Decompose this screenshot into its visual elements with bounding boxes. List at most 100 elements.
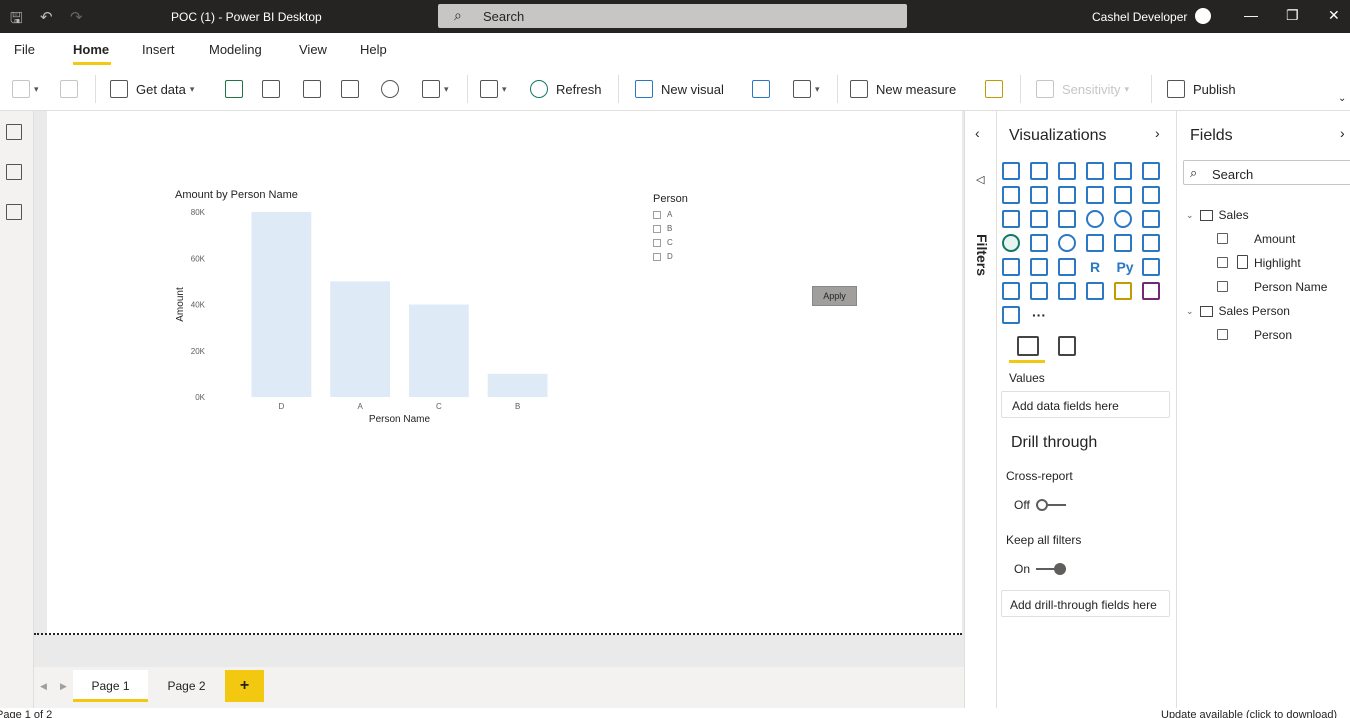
key-influencers-icon[interactable] [1142, 258, 1160, 276]
apply-button[interactable]: Apply [812, 286, 857, 306]
card-icon[interactable] [1086, 234, 1104, 252]
table-sales[interactable]: ⌄ Sales [1186, 208, 1249, 222]
stacked-column-chart-icon[interactable] [1030, 162, 1048, 180]
field-checkbox-person[interactable] [1217, 329, 1228, 340]
menu-file[interactable]: File [14, 42, 35, 57]
close-icon[interactable]: ✕ [1328, 7, 1340, 24]
more-visuals-icon[interactable]: ··· [1030, 306, 1048, 324]
paste-button[interactable]: ▾ [12, 78, 39, 100]
more-visuals-button[interactable]: ▾ [793, 78, 820, 100]
line-chart-icon[interactable] [1002, 186, 1020, 204]
funnel-chart-icon[interactable] [1030, 210, 1048, 228]
maximize-icon[interactable]: ❐ [1286, 7, 1299, 24]
expand-filters-chevron-icon[interactable]: ‹ [975, 125, 980, 141]
slicer-checkbox[interactable] [653, 224, 661, 233]
menu-modeling[interactable]: Modeling [209, 42, 262, 57]
collapse-visualizations-chevron-icon[interactable]: › [1155, 125, 1160, 141]
format-paint-roller-icon[interactable] [1058, 336, 1076, 356]
refresh-button[interactable]: Refresh [530, 78, 602, 100]
scatter-chart-icon[interactable] [1058, 210, 1076, 228]
ribbon-chart-icon[interactable] [1142, 186, 1160, 204]
tab-page-2[interactable]: Page 2 [150, 670, 223, 702]
keep-all-filters-toggle[interactable]: On [1014, 562, 1067, 576]
table-visual-icon[interactable] [1030, 258, 1048, 276]
field-checkbox-amount[interactable] [1217, 233, 1228, 244]
line-column-chart-icon[interactable] [1086, 186, 1104, 204]
text-box-button[interactable] [752, 78, 770, 100]
100-percent-column-chart-icon[interactable] [1142, 162, 1160, 180]
redo-icon[interactable]: ↷ [70, 8, 83, 26]
bar[interactable] [487, 373, 548, 397]
100-percent-bar-chart-icon[interactable] [1114, 162, 1132, 180]
r-visual-icon[interactable]: R [1086, 258, 1104, 276]
stacked-area-chart-icon[interactable] [1058, 186, 1076, 204]
slicer-checkbox[interactable] [653, 252, 661, 261]
slicer-item-b[interactable]: B [653, 224, 672, 233]
data-view-icon[interactable] [6, 164, 22, 180]
donut-chart-icon[interactable] [1114, 210, 1132, 228]
format-painter-button[interactable] [60, 78, 78, 100]
undo-icon[interactable]: ↶ [40, 8, 53, 26]
excel-button[interactable] [225, 78, 243, 100]
new-visual-button[interactable]: New visual [635, 78, 724, 100]
add-page-button[interactable]: + [225, 670, 264, 702]
cross-report-toggle[interactable]: Off [1014, 498, 1066, 512]
clustered-column-chart-icon[interactable] [1086, 162, 1104, 180]
smart-narrative-icon[interactable] [1058, 282, 1076, 300]
drill-through-field-well[interactable]: Add drill-through fields here [1001, 590, 1170, 617]
new-measure-button[interactable]: New measure [850, 78, 956, 100]
sql-server-button[interactable] [303, 78, 321, 100]
menu-help[interactable]: Help [360, 42, 387, 57]
ribbon-collapse-chevron-icon[interactable]: ⌄ [1338, 93, 1346, 104]
field-checkbox-person-name[interactable] [1217, 281, 1228, 292]
dataverse-button[interactable] [381, 78, 399, 100]
data-hub-button[interactable] [262, 78, 280, 100]
get-data-button[interactable]: Get data ▾ [110, 78, 194, 100]
chevron-down-icon[interactable]: ⌄ [1186, 306, 1194, 317]
table-sales-person[interactable]: ⌄ Sales Person [1186, 304, 1290, 318]
filters-pane[interactable]: ‹ ◁ Filters [964, 111, 997, 708]
avatar[interactable] [1195, 8, 1211, 24]
update-available-link[interactable]: Update available (click to download) [1161, 709, 1337, 718]
map-icon[interactable] [1002, 234, 1020, 252]
next-page-icon[interactable]: ▶ [60, 681, 67, 692]
save-icon[interactable]: 🖫 [10, 8, 23, 33]
menu-home[interactable]: Home [73, 42, 109, 57]
publish-button[interactable]: Publish [1167, 78, 1236, 100]
bar[interactable] [408, 304, 469, 398]
slicer-item-a[interactable]: A [653, 210, 672, 219]
global-search-box[interactable]: ⌕ Search [438, 4, 907, 28]
enter-data-button[interactable] [341, 78, 359, 100]
slicer-checkbox[interactable] [653, 238, 661, 247]
quick-measure-button[interactable] [985, 78, 1003, 100]
collapse-fields-chevron-icon[interactable]: › [1340, 125, 1345, 141]
paginated-report-icon[interactable] [1086, 282, 1104, 300]
field-checkbox-highlight[interactable] [1217, 257, 1228, 268]
slicer-checkbox[interactable] [653, 210, 661, 219]
menu-insert[interactable]: Insert [142, 42, 175, 57]
bar[interactable] [330, 281, 391, 397]
filled-map-icon[interactable] [1030, 234, 1048, 252]
stacked-bar-chart-icon[interactable] [1002, 162, 1020, 180]
menu-view[interactable]: View [299, 42, 327, 57]
bar-chart[interactable]: 0K 20K 40K 60K 80K D A C B Person Name Amount [170, 200, 550, 435]
recent-sources-button[interactable]: ▾ [422, 78, 449, 100]
transform-data-button[interactable]: ▾ [480, 78, 507, 100]
fields-search-input[interactable]: ⌕ Search [1183, 160, 1350, 185]
values-field-well[interactable]: Add data fields here [1001, 391, 1170, 418]
waterfall-chart-icon[interactable] [1002, 210, 1020, 228]
slicer-item-d[interactable]: D [653, 252, 673, 261]
treemap-icon[interactable] [1142, 210, 1160, 228]
multi-row-card-icon[interactable] [1114, 234, 1132, 252]
model-view-icon[interactable] [6, 204, 22, 220]
power-apps-icon[interactable] [1142, 282, 1160, 300]
slicer-icon[interactable] [1002, 258, 1020, 276]
sensitivity-button[interactable]: Sensitivity ▾ [1036, 78, 1129, 100]
build-visual-icon[interactable] [1017, 336, 1039, 356]
field-person-name[interactable]: Person Name [1254, 280, 1327, 294]
report-view-icon[interactable] [6, 124, 22, 140]
tab-page-1[interactable]: Page 1 [73, 670, 148, 702]
field-amount[interactable]: Amount [1254, 232, 1295, 246]
line-clustered-column-chart-icon[interactable] [1114, 186, 1132, 204]
matrix-icon[interactable] [1058, 258, 1076, 276]
